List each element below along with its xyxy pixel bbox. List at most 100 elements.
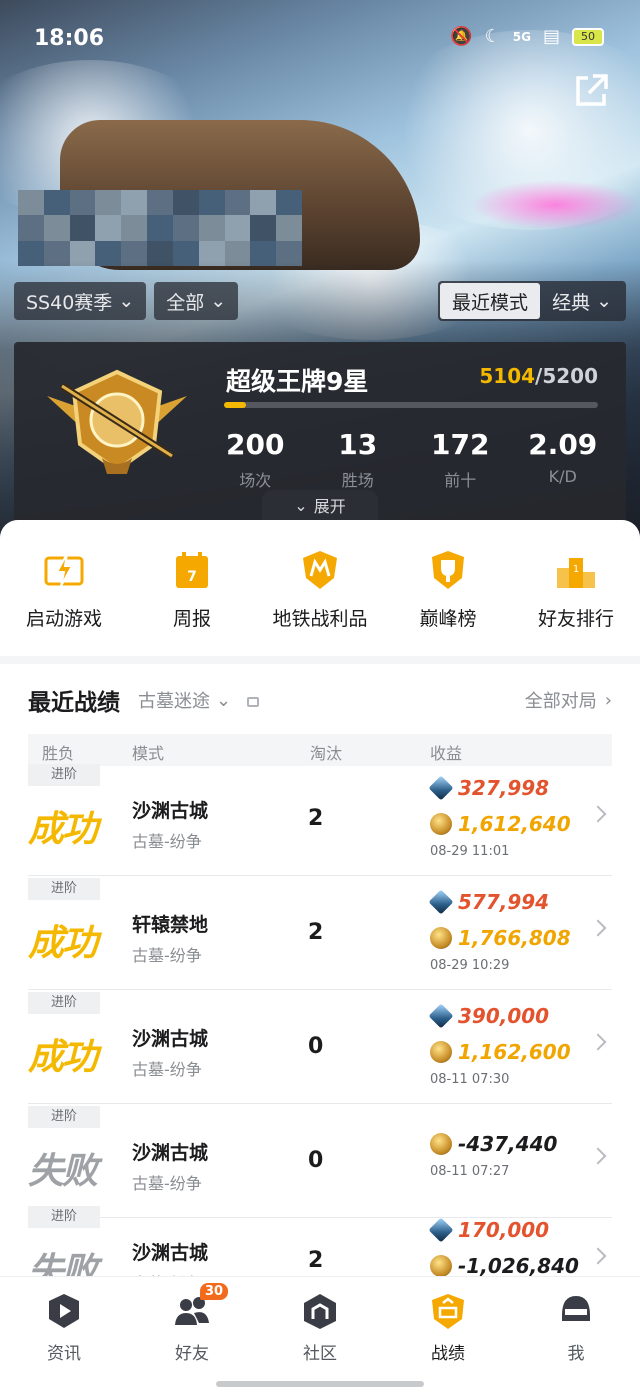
battery-icon: 50 bbox=[572, 27, 604, 46]
rank-points-current: 5104 bbox=[479, 364, 536, 388]
quick-label: 地铁战利品 bbox=[272, 608, 368, 630]
result-label: 成功 bbox=[28, 1037, 98, 1078]
tab-me[interactable]: 我 bbox=[512, 1277, 640, 1400]
map-filter-label: 古墓迷途 bbox=[138, 691, 210, 712]
pink-smoke bbox=[470, 180, 640, 230]
kills-value: 2 bbox=[308, 806, 324, 831]
stat-matches: 200 场次 bbox=[204, 428, 307, 491]
record-row[interactable]: 进阶 失败 沙渊古城 古墓-纷争 0 -437,440 08-11 07:27 bbox=[28, 1106, 612, 1218]
gem-value: 390,000 bbox=[458, 1004, 550, 1028]
lock-icon[interactable] bbox=[247, 697, 260, 707]
expand-button[interactable]: ⌄ 展开 bbox=[262, 490, 378, 520]
quick-friend-ranking[interactable]: 1 好友排行 bbox=[512, 520, 640, 656]
rank-stats: 200 场次 13 胜场 172 前十 2.09 K/D bbox=[204, 428, 614, 491]
table-header: 胜负 模式 淘汰 收益 bbox=[28, 734, 612, 766]
coin-icon bbox=[430, 927, 452, 949]
tab-label: 我 bbox=[567, 1344, 585, 1364]
all-matches-link[interactable]: 全部对局 › bbox=[525, 687, 612, 713]
quick-launch-game[interactable]: 启动游戏 bbox=[0, 520, 128, 656]
map-name: 沙渊古城 bbox=[132, 1242, 209, 1264]
earnings: -437,440 08-11 07:27 bbox=[430, 1126, 557, 1179]
chevron-down-icon: ⌄ bbox=[118, 290, 135, 312]
tab-classic[interactable]: 经典 ⌄ bbox=[540, 283, 624, 319]
quick-weekly-report[interactable]: 7 周报 bbox=[128, 520, 256, 656]
signal-icon: ▤ bbox=[542, 26, 560, 47]
difficulty-tag: 进阶 bbox=[28, 992, 100, 1014]
season-filter[interactable]: SS40赛季 ⌄ bbox=[14, 282, 147, 320]
trophy-shield-icon bbox=[432, 551, 464, 589]
status-bar: 18:06 🔕 ☾ 5G ▤ 50 bbox=[0, 0, 640, 80]
blurred-player-name bbox=[18, 190, 302, 266]
chevron-right-icon bbox=[589, 1247, 607, 1265]
chevron-right-icon bbox=[589, 1147, 607, 1165]
record-row[interactable]: 进阶 成功 沙渊古城 古墓-纷争 2 327,998 1,612,640 08-29 11:0… bbox=[28, 764, 612, 876]
rank-progress-fill bbox=[224, 402, 247, 408]
coin-value: 1,766,808 bbox=[458, 926, 571, 950]
coin-icon bbox=[430, 1133, 452, 1155]
tab-news[interactable]: 资讯 bbox=[0, 1277, 128, 1400]
gem-value: 327,998 bbox=[458, 776, 550, 800]
quick-metro-loot[interactable]: 地铁战利品 bbox=[256, 520, 384, 656]
map-filter[interactable]: 古墓迷途 ⌄ bbox=[138, 687, 231, 713]
home-indicator bbox=[216, 1381, 424, 1387]
gem-icon bbox=[428, 775, 454, 801]
coin-earnings: 1,612,640 bbox=[430, 806, 571, 842]
tab-recent-mode[interactable]: 最近模式 bbox=[440, 283, 541, 319]
record-row[interactable]: 进阶失败沙渊古城古墓-纷争2170,000-1,026,840 bbox=[28, 1206, 612, 1284]
difficulty-tag: 进阶 bbox=[28, 764, 100, 786]
result-label: 失败 bbox=[28, 1151, 98, 1192]
mode-name: 古墓-纷争 bbox=[132, 1174, 202, 1193]
stat-label: 场次 bbox=[239, 471, 272, 490]
column-header: 模式 bbox=[132, 744, 165, 763]
mode-switch: 最近模式 经典 ⌄ bbox=[438, 281, 626, 321]
stat-label: K/D bbox=[548, 467, 577, 486]
quick-peak-board[interactable]: 巅峰榜 bbox=[384, 520, 512, 656]
gem-value: 577,994 bbox=[458, 890, 550, 914]
mode-name: 古墓-纷争 bbox=[132, 946, 202, 965]
calendar-icon: 7 bbox=[176, 552, 208, 588]
gem-earnings: 390,000 bbox=[428, 998, 571, 1034]
gem-earnings: 170,000 bbox=[428, 1212, 579, 1248]
difficulty-tag: 进阶 bbox=[28, 1106, 100, 1128]
chevron-right-icon bbox=[589, 1033, 607, 1051]
stat-value: 172 bbox=[431, 428, 490, 461]
scope-filter[interactable]: 全部 ⌄ bbox=[154, 282, 239, 320]
coin-earnings: -437,440 bbox=[430, 1126, 557, 1162]
column-header: 胜负 bbox=[42, 744, 75, 763]
network-label: 5G bbox=[512, 29, 531, 44]
record-row[interactable]: 进阶 成功 轩辕禁地 古墓-纷争 2 577,994 1,766,808 08-29 10:2… bbox=[28, 878, 612, 990]
coin-earnings: 1,766,808 bbox=[430, 920, 571, 956]
helmet-icon bbox=[562, 1296, 590, 1321]
chevron-down-icon: ⌄ bbox=[216, 689, 232, 711]
expand-label: 展开 bbox=[313, 497, 346, 516]
community-icon bbox=[304, 1294, 336, 1329]
map-name: 沙渊古城 bbox=[132, 1142, 209, 1164]
tab-label: 资讯 bbox=[47, 1344, 81, 1364]
match-date: 08-29 11:01 bbox=[430, 844, 510, 859]
recent-records-title: 最近战绩 bbox=[28, 690, 120, 716]
all-matches-label: 全部对局 bbox=[524, 691, 597, 712]
map-name: 沙渊古城 bbox=[132, 800, 209, 822]
scope-filter-label: 全部 bbox=[166, 291, 205, 314]
coin-icon bbox=[430, 1255, 452, 1277]
stat-value: 13 bbox=[338, 428, 378, 461]
share-icon[interactable] bbox=[572, 72, 610, 110]
quick-label: 好友排行 bbox=[537, 608, 614, 630]
result-label: 成功 bbox=[28, 923, 98, 964]
coin-value: 1,162,600 bbox=[458, 1040, 571, 1064]
stat-top10: 172 前十 bbox=[409, 428, 512, 491]
coin-icon bbox=[430, 1041, 452, 1063]
map-name: 沙渊古城 bbox=[132, 1028, 209, 1050]
stat-kd: 2.09 K/D bbox=[512, 428, 615, 491]
stat-value: 200 bbox=[226, 428, 285, 461]
quick-label: 周报 bbox=[172, 608, 211, 630]
stat-value: 2.09 bbox=[528, 428, 598, 461]
recent-records-card: 最近战绩 古墓迷途 ⌄ 全部对局 › 胜负 模式 淘汰 收益 进阶 成功 沙渊古城古… bbox=[0, 664, 640, 1284]
mode-name: 古墓-纷争 bbox=[132, 832, 202, 851]
record-row[interactable]: 进阶 成功 沙渊古城 古墓-纷争 0 390,000 1,162,600 08-11 07:3… bbox=[28, 992, 612, 1104]
column-header: 淘汰 bbox=[310, 744, 343, 763]
gem-earnings: 327,998 bbox=[428, 770, 571, 806]
gem-value: 170,000 bbox=[458, 1218, 550, 1242]
gem-icon bbox=[428, 1003, 454, 1029]
coin-value: -1,026,840 bbox=[458, 1254, 579, 1278]
